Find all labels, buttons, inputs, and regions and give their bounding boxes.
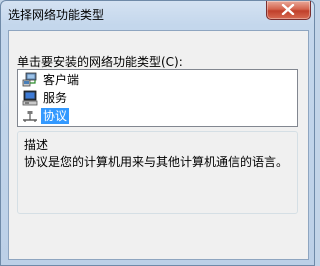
description-title: 描述: [24, 138, 49, 152]
description-group: 描述 协议是您的计算机用来与其他计算机通信的语言。: [17, 131, 298, 214]
list-item-client[interactable]: 客户端: [22, 71, 222, 89]
description-text: 协议是您的计算机用来与其他计算机通信的语言。: [24, 155, 289, 169]
list-item-service[interactable]: 服务: [22, 89, 222, 107]
service-icon: [22, 90, 38, 106]
feature-type-list[interactable]: 客户端 服务 协议: [17, 69, 298, 127]
close-icon: [281, 4, 295, 15]
list-item-label: 服务: [43, 91, 68, 105]
title-bar[interactable]: 选择网络功能类型: [1, 1, 314, 27]
list-item-protocol[interactable]: 协议: [22, 107, 222, 125]
window-title: 选择网络功能类型: [8, 8, 105, 22]
list-item-label: 协议: [41, 108, 70, 124]
list-prompt-label: 单击要安装的网络功能类型(C):: [17, 55, 183, 69]
protocol-icon: [22, 108, 38, 124]
dialog-content: 单击要安装的网络功能类型(C): 客户端 服务 协议 描述 协议是您的计算机用来…: [8, 30, 309, 260]
list-item-label: 客户端: [43, 73, 80, 87]
close-button[interactable]: [266, 1, 311, 20]
dialog-window: 选择网络功能类型 单击要安装的网络功能类型(C): 客户端 服务 协议 描述 协…: [0, 0, 315, 266]
client-icon: [22, 72, 38, 88]
